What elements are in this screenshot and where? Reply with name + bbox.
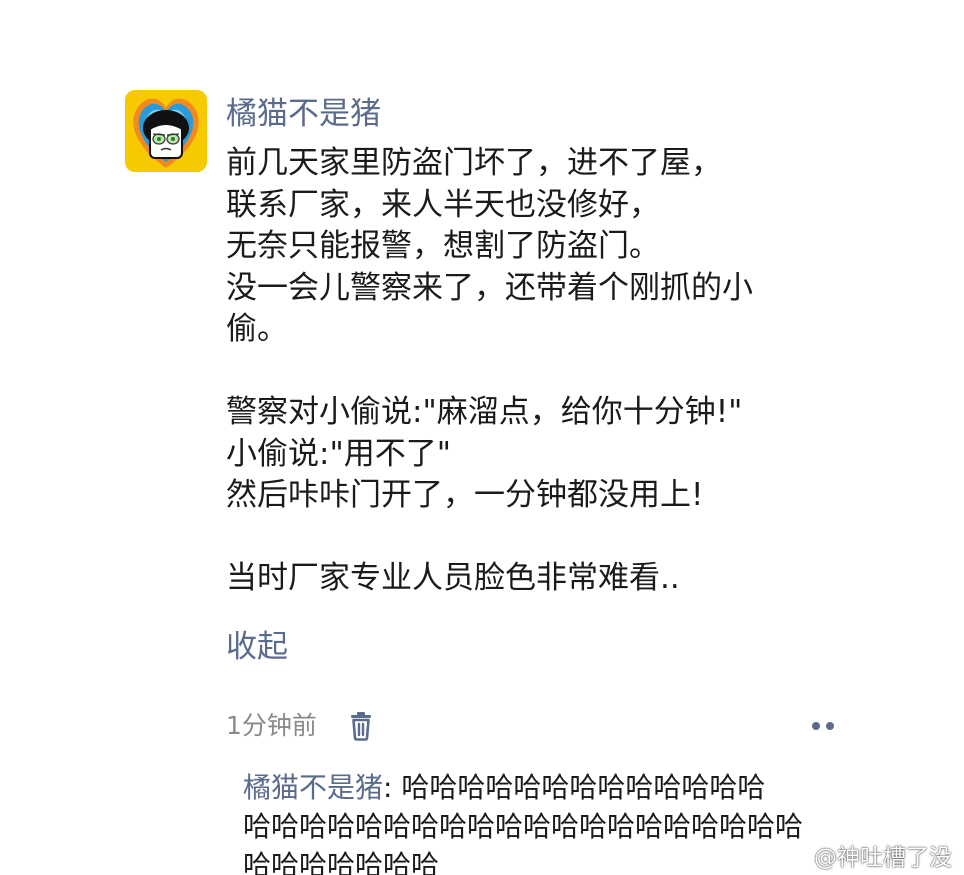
weibo-logo-icon — [783, 845, 810, 867]
reply-block: 橘猫不是猪: 哈哈哈哈哈哈哈哈哈哈哈哈哈 哈哈哈哈哈哈哈哈哈哈哈哈哈哈哈哈哈哈哈… — [243, 768, 853, 875]
delete-button[interactable] — [347, 711, 375, 741]
cartoon-girl-avatar-icon — [125, 90, 207, 172]
more-dots-icon — [812, 722, 834, 730]
comment-body-blank-line — [226, 351, 866, 393]
watermark: @神吐槽了没 — [782, 838, 952, 872]
comment-meta-row: 1分钟前 — [226, 706, 846, 746]
comment-body-line: 偷。 — [226, 311, 288, 347]
more-options-button[interactable] — [808, 714, 838, 738]
watermark-text: @神吐槽了没 — [814, 845, 952, 871]
collapse-button[interactable]: 收起 — [226, 627, 288, 667]
comment-body: 前几天家里防盗门坏了，进不了屋， 联系厂家，来人半天也没修好， 无奈只能报警，想… — [226, 143, 866, 600]
comment-body-line: 当时厂家专业人员脸色非常难看.. — [226, 560, 680, 596]
reply-line: 哈哈哈哈哈哈哈哈哈哈哈哈哈哈哈哈哈哈哈哈 — [243, 810, 804, 843]
comment-body-line: 然后咔咔门开了，一分钟都没用上! — [226, 477, 704, 513]
comment-username[interactable]: 橘猫不是猪 — [226, 94, 381, 134]
comment-page: 橘猫不是猪 前几天家里防盗门坏了，进不了屋， 联系厂家，来人半天也没修好， 无奈… — [0, 0, 964, 875]
comment-body-line: 小偷说:"用不了" — [226, 435, 451, 472]
reply-text: 哈哈哈哈哈哈哈哈哈哈哈哈哈 — [401, 771, 766, 804]
comment-body-line: 前几天家里防盗门坏了，进不了屋， — [226, 145, 722, 181]
comment-body-line: 没一会儿警察来了，还带着个刚抓的小 — [226, 269, 753, 306]
comment-body-line: 无奈只能报警，想割了防盗门。 — [226, 228, 660, 264]
comment-timestamp: 1分钟前 — [226, 711, 317, 740]
comment-body-blank-line — [226, 517, 866, 559]
reply-author[interactable]: 橘猫不是猪 — [243, 771, 383, 804]
user-avatar[interactable] — [125, 90, 207, 172]
comment-body-line: 联系厂家，来人半天也没修好， — [226, 186, 660, 223]
comment-body-line: 警察对小偷说:"麻溜点，给你十分钟!" — [226, 394, 743, 430]
reply-separator: : — [383, 771, 402, 804]
reply-line: 哈哈哈哈哈哈哈 — [243, 849, 440, 875]
reply-line: 橘猫不是猪: 哈哈哈哈哈哈哈哈哈哈哈哈哈 — [243, 768, 853, 807]
trash-icon — [351, 712, 371, 741]
